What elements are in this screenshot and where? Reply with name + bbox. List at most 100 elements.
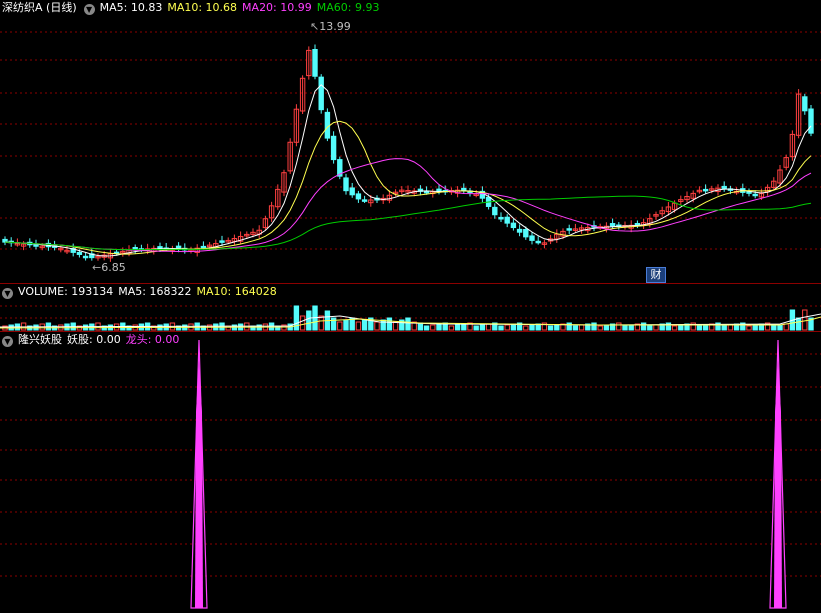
volume-bar (417, 322, 424, 331)
ma20-legend: MA20: 10.99 (242, 1, 312, 14)
indicator-chart[interactable] (0, 332, 821, 613)
candle-body (330, 135, 337, 161)
volume-bar (343, 319, 349, 331)
volume-bar (702, 324, 709, 331)
candle-body (82, 255, 89, 259)
volume-bar (554, 324, 560, 331)
ma5-line (4, 84, 812, 257)
indicator-header: ▼ 隆兴妖股 妖股: 0.00 龙头: 0.00 (0, 332, 184, 348)
finance-badge[interactable]: 财 (646, 267, 666, 283)
candle-body (808, 108, 814, 134)
volume-bar (498, 325, 504, 331)
collapse-icon[interactable]: ▼ (2, 336, 13, 347)
collapse-icon[interactable]: ▼ (2, 288, 13, 299)
volume-bar (802, 309, 808, 331)
volume-bar (380, 319, 386, 331)
volume-bar (355, 321, 362, 331)
candle-body (355, 193, 362, 200)
candle-body (498, 216, 504, 220)
volume-bar (746, 325, 752, 331)
volume-bar (628, 324, 634, 331)
candle-body (721, 185, 727, 190)
volume-panel[interactable]: ▼ VOLUME: 193134 MA5: 168322 MA10: 164028 (0, 284, 821, 331)
volume-bar (374, 321, 380, 331)
candle-body (752, 193, 758, 197)
candle-body (516, 228, 523, 233)
candle-body (529, 235, 535, 241)
volume-header: ▼ VOLUME: 193134 MA5: 168322 MA10: 164028 (0, 284, 282, 300)
candle-body (423, 190, 430, 194)
volume-bar (603, 324, 610, 331)
signal-spike-fill (774, 362, 782, 608)
candle-body (349, 187, 355, 196)
ma20-line (4, 158, 812, 253)
volume-bar (777, 324, 783, 331)
volume-bar (405, 317, 411, 331)
candle-body (361, 199, 368, 202)
volume-bar (485, 323, 492, 331)
candle-body (312, 49, 318, 77)
volume-bar (616, 322, 622, 331)
candle-body (566, 228, 572, 231)
volume-bar (454, 324, 461, 331)
volume-bar (306, 310, 312, 331)
indicator-panel[interactable]: ▼ 隆兴妖股 妖股: 0.00 龙头: 0.00 (0, 332, 821, 613)
volume-bar (752, 324, 758, 331)
volume-bar (591, 322, 597, 331)
volume-bar (473, 325, 479, 331)
low-price-callout: ←6.85 (92, 261, 126, 274)
price-panel[interactable]: 深纺织A (日线) ▼ MA5: 10.83 MA10: 10.68 MA20: 10.… (0, 0, 821, 283)
signal-spike-fill (195, 362, 203, 608)
candle-body (157, 246, 163, 249)
volume-bar (578, 324, 585, 331)
volume-bar (795, 317, 802, 331)
volume-bar (436, 323, 442, 331)
volume-bar (448, 325, 455, 331)
volume-bar (721, 325, 727, 331)
volume-bar (640, 322, 647, 331)
volume-bar (479, 324, 486, 331)
candle-body (324, 111, 331, 139)
ma60-legend: MA60: 9.93 (316, 1, 380, 14)
ma60-line (4, 195, 812, 251)
volume-bar (665, 322, 672, 331)
volume-bar (361, 319, 368, 331)
candle-body (609, 223, 616, 227)
volume-bar (504, 324, 510, 331)
volume-bar (647, 325, 653, 331)
yaogu-legend: 妖股: 0.00 (67, 333, 121, 346)
candle-body (343, 177, 349, 192)
volume-bar (529, 324, 535, 331)
volume-bar (727, 324, 734, 331)
candle-body (33, 244, 39, 247)
vol-ma5-legend: MA5: 168322 (118, 285, 192, 298)
candle-body (802, 96, 808, 112)
candle-body (76, 251, 83, 255)
volume-bar (597, 325, 603, 331)
ma5-legend: MA5: 10.83 (99, 1, 163, 14)
volume-bar (386, 317, 393, 331)
volume-bar (566, 322, 572, 331)
volume-bar (461, 323, 467, 331)
candle-body (510, 222, 517, 229)
candle-body (318, 76, 324, 111)
volume-bar (423, 325, 430, 331)
volume-bar (771, 325, 777, 331)
volume-bar (671, 325, 678, 331)
volume-bar (337, 321, 343, 331)
price-chart[interactable] (0, 0, 821, 283)
price-header: 深纺织A (日线) ▼ MA5: 10.83 MA10: 10.68 MA20: 10.… (0, 0, 384, 16)
candle-body (702, 188, 709, 192)
candle-body (504, 216, 510, 224)
longtou-legend: 龙头: 0.00 (125, 333, 180, 346)
volume-bar (572, 325, 579, 331)
high-price-callout: ↖13.99 (310, 20, 351, 33)
candle-body (492, 206, 498, 216)
volume-bar (523, 325, 529, 331)
candle-body (535, 240, 541, 244)
collapse-icon[interactable]: ▼ (83, 4, 95, 15)
volume-bar (392, 321, 399, 331)
volume-legend: VOLUME: 193134 (18, 285, 114, 298)
ma10-legend: MA10: 10.68 (167, 1, 238, 14)
volume-bar (678, 324, 684, 331)
